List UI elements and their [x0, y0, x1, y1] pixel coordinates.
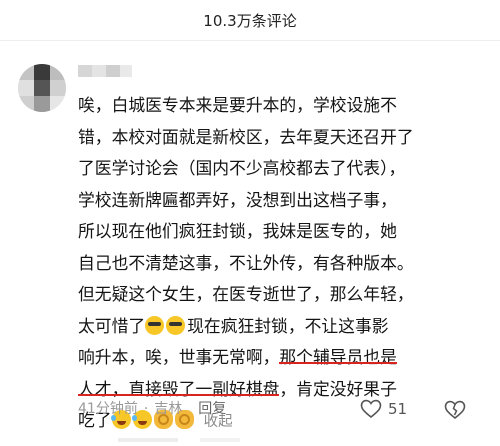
comment-time: 41分钟前: [78, 401, 138, 417]
comment-text: ，肯定没好果子: [279, 378, 397, 399]
broken-heart-icon[interactable]: [444, 400, 466, 420]
sunglasses-emoji-icon: [145, 315, 165, 335]
sunglasses-emoji-icon: [166, 315, 186, 335]
comment-line: 错，本校对面就是新校区，去年夏天还召开了: [78, 126, 414, 147]
avatar[interactable]: [18, 64, 66, 112]
underlined-text: 那个辅导员也是: [279, 347, 397, 367]
heart-icon[interactable]: [360, 399, 382, 419]
underlined-text: 人才，直接毁了一副好棋盘: [78, 378, 280, 399]
next-comment-placeholder: [200, 438, 240, 442]
comment-location: 吉林: [154, 401, 183, 417]
comment-line: 学校连新牌匾都弄好，没想到出这档子事，: [78, 189, 397, 210]
comment-line: 所以现在他们疯狂封锁，我妹是医专的，她: [78, 221, 397, 241]
comment-line: 唉，白城医专本来是要升本的，学校设施不: [78, 95, 397, 115]
like-count: 51: [388, 400, 408, 418]
comment-text: 现在疯狂封锁，不让这事影: [187, 315, 389, 336]
comment-body: 唉，白城医专本来是要升本的，学校设施不 错，本校对面就是新校区，去年夏天还召开了…: [78, 90, 482, 437]
username-blurred[interactable]: [78, 62, 138, 80]
header-divider: [0, 40, 500, 41]
comment-text: 响升本，唉，世事无常啊，: [78, 347, 280, 367]
comment-line: 太可惜了 现在疯狂封锁，不让这事影: [78, 311, 482, 343]
comment-line: 了医学讨论会（国内不少高校都去了代表），: [78, 158, 406, 178]
comment-text: 太可惜了: [78, 315, 146, 336]
comment-line: 响升本，唉，世事无常啊，那个辅导员也是: [78, 342, 482, 374]
next-comment-placeholder: [118, 438, 178, 442]
reply-button[interactable]: 回复: [198, 401, 226, 417]
comment-meta: 41分钟前 · 吉林 回复: [78, 398, 232, 418]
like-button[interactable]: 51: [360, 398, 407, 420]
comment-line: 自己也不清楚这事，不让外传，有各种版本。: [78, 252, 414, 273]
comment-count-title: 10.3万条评论: [203, 12, 297, 30]
meta-separator: ·: [143, 401, 149, 417]
comments-header: 10.3万条评论: [0, 0, 500, 40]
comment-line: 但无疑这个女生，在医专逝世了，那么年轻，: [78, 284, 414, 304]
